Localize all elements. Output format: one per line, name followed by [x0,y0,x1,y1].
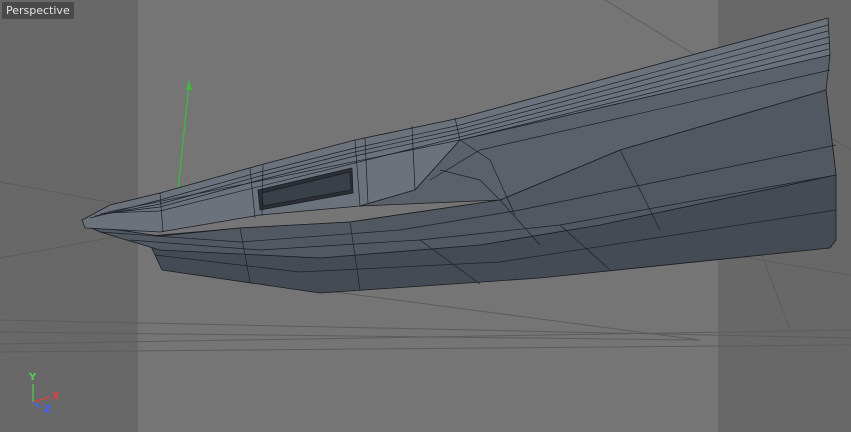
world-z-axis-label: Z [44,404,51,415]
perspective-viewport[interactable]: Y X Z Perspective [0,0,851,432]
viewport-name-label[interactable]: Perspective [2,2,74,19]
world-y-axis-label: Y [28,372,37,383]
viewport-canvas[interactable]: Y X Z [0,0,851,432]
world-x-axis-label: X [52,391,60,402]
